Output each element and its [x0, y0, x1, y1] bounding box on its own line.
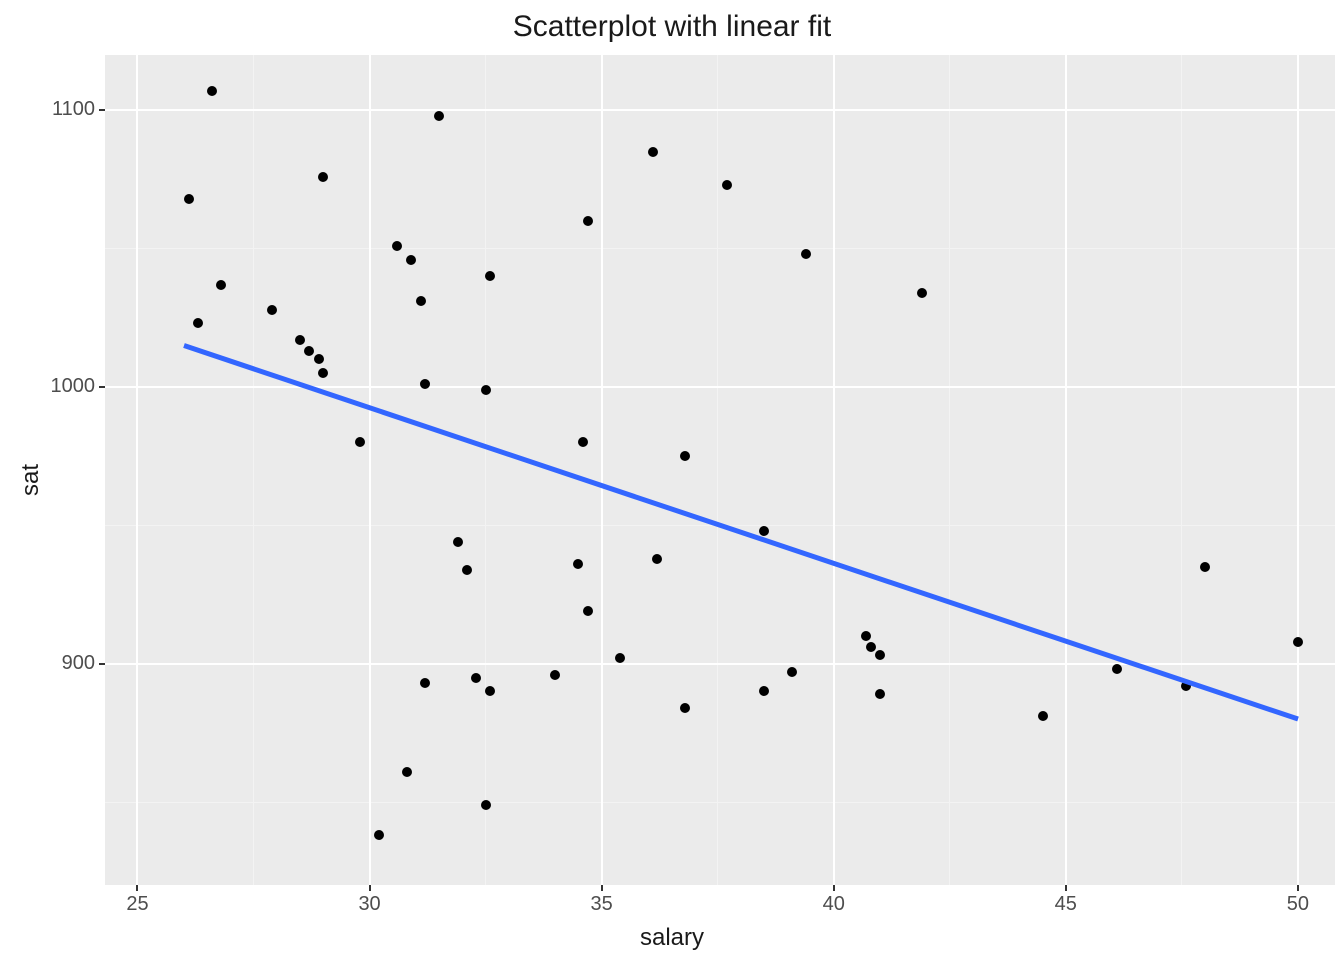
chart-title: Scatterplot with linear fit	[0, 10, 1344, 44]
data-point	[680, 703, 690, 713]
gridline-minor-h	[105, 802, 1335, 803]
data-point	[462, 565, 472, 575]
data-point	[787, 667, 797, 677]
data-point	[318, 368, 328, 378]
data-point	[481, 385, 491, 395]
data-point	[471, 673, 481, 683]
data-point	[648, 147, 658, 157]
data-point	[680, 451, 690, 461]
data-point	[318, 172, 328, 182]
data-point	[355, 437, 365, 447]
data-point	[875, 650, 885, 660]
data-point	[193, 318, 203, 328]
data-point	[392, 241, 402, 251]
x-tick-label: 50	[1278, 893, 1318, 916]
y-axis-title: sat	[15, 0, 47, 960]
y-tick-label: 900	[62, 652, 95, 675]
data-point	[207, 86, 217, 96]
y-tick-mark	[99, 663, 105, 665]
data-point	[801, 249, 811, 259]
gridline-major-h	[105, 109, 1335, 111]
gridline-major-h	[105, 386, 1335, 388]
x-tick-mark	[833, 885, 835, 891]
data-point	[402, 767, 412, 777]
data-point	[652, 554, 662, 564]
data-point	[216, 280, 226, 290]
data-point	[453, 537, 463, 547]
gridline-major-v	[601, 55, 603, 885]
data-point	[573, 559, 583, 569]
data-point	[583, 606, 593, 616]
y-tick-mark	[99, 386, 105, 388]
y-tick-mark	[99, 109, 105, 111]
data-point	[866, 642, 876, 652]
y-tick-label: 1000	[51, 375, 96, 398]
data-point	[434, 111, 444, 121]
x-axis-title: salary	[0, 924, 1344, 952]
x-tick-label: 35	[582, 893, 622, 916]
data-point	[861, 631, 871, 641]
gridline-minor-v	[485, 55, 486, 885]
gridline-minor-v	[253, 55, 254, 885]
data-point	[304, 346, 314, 356]
data-point	[615, 653, 625, 663]
data-point	[578, 437, 588, 447]
gridline-major-h	[105, 663, 1335, 665]
gridline-minor-v	[1181, 55, 1182, 885]
data-point	[314, 354, 324, 364]
data-point	[485, 686, 495, 696]
gridline-major-v	[1297, 55, 1299, 885]
data-point	[1200, 562, 1210, 572]
gridline-minor-h	[105, 248, 1335, 249]
x-tick-mark	[601, 885, 603, 891]
plot-panel	[105, 55, 1335, 885]
data-point	[416, 296, 426, 306]
data-point	[420, 678, 430, 688]
data-point	[1293, 637, 1303, 647]
data-point	[1038, 711, 1048, 721]
data-point	[759, 686, 769, 696]
x-tick-label: 30	[350, 893, 390, 916]
x-tick-mark	[136, 885, 138, 891]
data-point	[722, 180, 732, 190]
data-point	[917, 288, 927, 298]
data-point	[374, 830, 384, 840]
y-tick-label: 1100	[52, 98, 95, 121]
data-point	[481, 800, 491, 810]
data-point	[759, 526, 769, 536]
data-point	[485, 271, 495, 281]
gridline-minor-v	[949, 55, 950, 885]
gridline-major-v	[1065, 55, 1067, 885]
x-tick-label: 40	[814, 893, 854, 916]
x-tick-label: 25	[117, 893, 157, 916]
data-point	[550, 670, 560, 680]
gridline-minor-v	[717, 55, 718, 885]
x-tick-label: 45	[1046, 893, 1086, 916]
data-point	[267, 305, 277, 315]
data-point	[295, 335, 305, 345]
x-tick-mark	[1297, 885, 1299, 891]
x-tick-mark	[369, 885, 371, 891]
gridline-major-v	[136, 55, 138, 885]
data-point	[583, 216, 593, 226]
data-point	[1112, 664, 1122, 674]
gridline-major-v	[833, 55, 835, 885]
x-tick-mark	[1065, 885, 1067, 891]
data-point	[875, 689, 885, 699]
data-point	[406, 255, 416, 265]
chart-container: Scatterplot with linear fit sat salary 2…	[0, 0, 1344, 960]
data-point	[184, 194, 194, 204]
gridline-major-v	[369, 55, 371, 885]
